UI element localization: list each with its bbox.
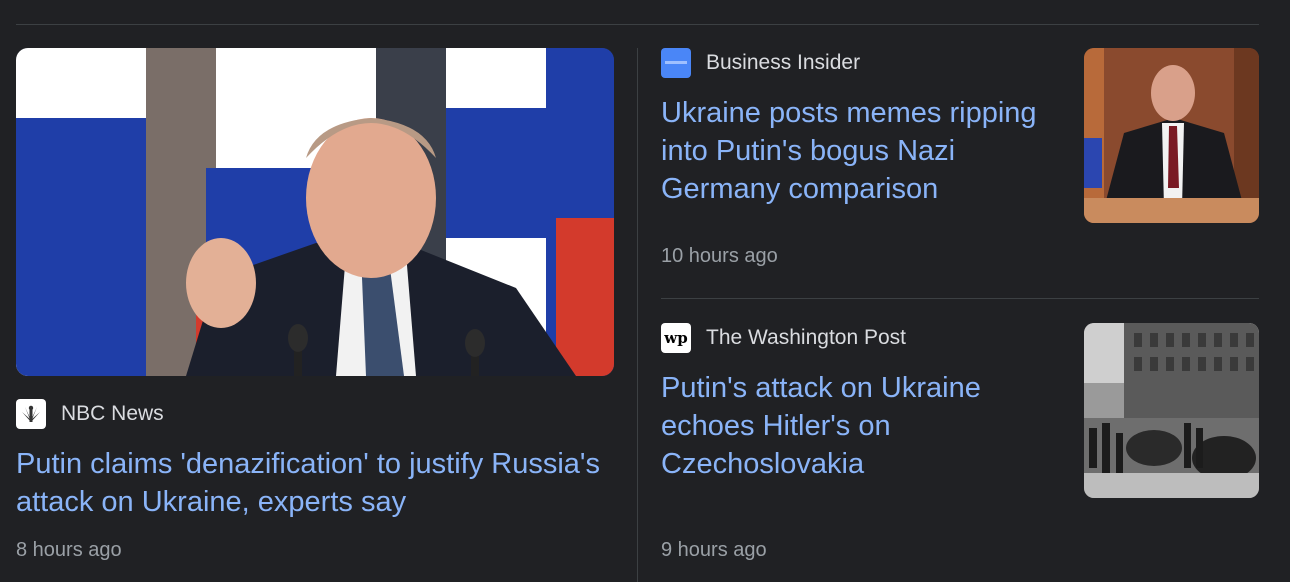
story-thumbnail[interactable]: [1084, 323, 1259, 498]
timestamp: 8 hours ago: [16, 539, 122, 561]
business-insider-icon: [661, 48, 691, 78]
source-name: Business Insider: [706, 51, 861, 74]
nbc-peacock-icon: [16, 399, 46, 429]
historic-street-photo: [1084, 323, 1259, 498]
putin-desk-photo: [1084, 48, 1259, 223]
source-row-business-insider[interactable]: Business Insider: [661, 48, 860, 78]
main-story-image[interactable]: [16, 48, 614, 376]
source-name: The Washington Post: [706, 326, 906, 349]
top-divider: [16, 24, 1259, 25]
timestamp: 10 hours ago: [661, 245, 778, 267]
story-thumbnail[interactable]: [1084, 48, 1259, 223]
washington-post-icon: wp: [661, 323, 691, 353]
headline-link[interactable]: Ukraine posts memes ripping into Putin's…: [661, 94, 1051, 208]
source-row-washington-post[interactable]: wp The Washington Post: [661, 323, 906, 353]
timestamp: 9 hours ago: [661, 539, 767, 561]
putin-podium-photo: [16, 48, 614, 376]
column-divider: [637, 48, 638, 582]
story-divider: [661, 298, 1259, 299]
source-row-main[interactable]: NBC News: [16, 399, 164, 429]
headline-link[interactable]: Putin claims 'denazification' to justify…: [16, 445, 616, 521]
headline-link[interactable]: Putin's attack on Ukraine echoes Hitler'…: [661, 369, 1051, 483]
source-name: NBC News: [61, 402, 164, 425]
